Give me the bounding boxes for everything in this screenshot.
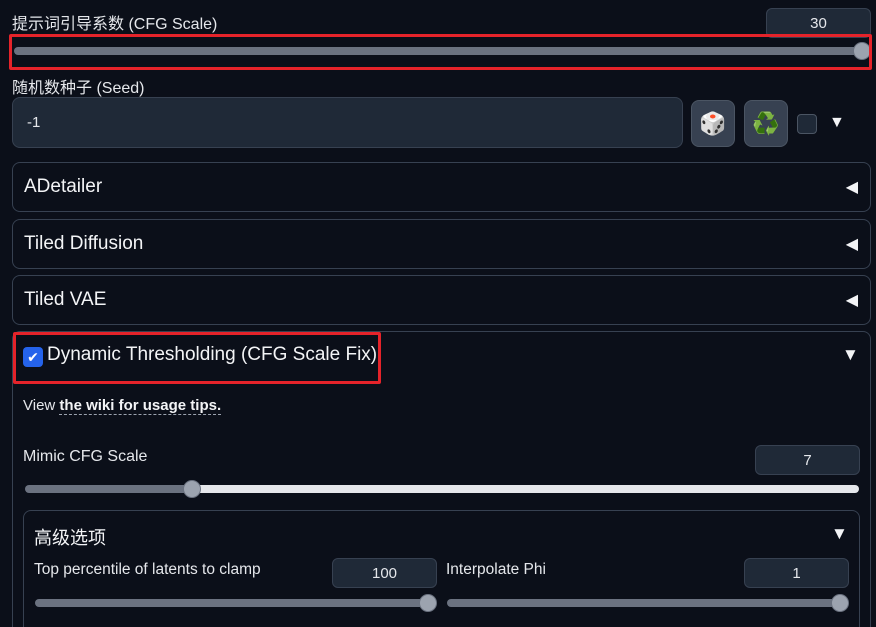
slider-fill bbox=[447, 599, 840, 607]
slider-track bbox=[191, 485, 859, 493]
top-percentile-slider[interactable] bbox=[35, 594, 437, 612]
settings-panel: 提示词引导系数 (CFG Scale) 30 随机数种子 (Seed) -1 🎲… bbox=[0, 0, 876, 627]
seed-label: 随机数种子 (Seed) bbox=[12, 80, 145, 97]
accordion-title: Tiled VAE bbox=[24, 289, 107, 310]
reuse-seed-button[interactable]: ♻️ bbox=[744, 100, 788, 147]
slider-thumb[interactable] bbox=[419, 594, 437, 612]
cfg-scale-label: 提示词引导系数 (CFG Scale) bbox=[12, 16, 218, 33]
cfg-scale-slider[interactable] bbox=[14, 42, 871, 60]
random-seed-button[interactable]: 🎲 bbox=[691, 100, 735, 147]
cfg-scale-number-input[interactable]: 30 bbox=[766, 8, 871, 38]
top-percentile-number-input[interactable]: 100 bbox=[332, 558, 437, 588]
collapse-arrow-icon: ◀ bbox=[845, 179, 858, 196]
collapse-arrow-icon: ◀ bbox=[845, 236, 858, 253]
accordion-tiled-vae[interactable]: Tiled VAE ◀ bbox=[12, 275, 871, 325]
interpolate-phi-number-input[interactable]: 1 bbox=[744, 558, 849, 588]
expand-arrow-icon[interactable]: ▼ bbox=[842, 345, 859, 365]
mimic-cfg-slider[interactable] bbox=[25, 480, 859, 498]
slider-thumb[interactable] bbox=[182, 480, 201, 498]
extra-seed-checkbox[interactable] bbox=[797, 114, 817, 134]
accordion-adetailer[interactable]: ADetailer ◀ bbox=[12, 162, 871, 212]
mimic-cfg-label: Mimic CFG Scale bbox=[23, 448, 148, 465]
slider-thumb[interactable] bbox=[853, 42, 871, 60]
slider-fill bbox=[14, 47, 862, 55]
interpolate-phi-label: Interpolate Phi bbox=[446, 561, 546, 578]
collapse-arrow-icon: ◀ bbox=[845, 292, 858, 309]
slider-thumb[interactable] bbox=[831, 594, 849, 612]
checkmark-icon: ✔ bbox=[27, 348, 39, 365]
advanced-options-title[interactable]: 高级选项 bbox=[34, 524, 106, 550]
dynamic-thresholding-checkbox[interactable]: ✔ bbox=[23, 347, 43, 367]
slider-fill bbox=[25, 485, 192, 493]
extra-seed-toggle-icon[interactable]: ▼ bbox=[829, 114, 845, 132]
view-prefix: View bbox=[23, 397, 60, 414]
slider-fill bbox=[35, 599, 428, 607]
interpolate-phi-slider[interactable] bbox=[447, 594, 849, 612]
accordion-title: Tiled Diffusion bbox=[24, 233, 144, 254]
wiki-hint: View the wiki for usage tips. bbox=[23, 397, 222, 415]
recycle-icon: ♻️ bbox=[752, 110, 780, 136]
expand-arrow-icon[interactable]: ▼ bbox=[831, 524, 848, 544]
accordion-title: ADetailer bbox=[24, 176, 103, 197]
seed-input[interactable]: -1 bbox=[12, 97, 683, 148]
top-percentile-label: Top percentile of latents to clamp bbox=[34, 561, 261, 578]
dynamic-thresholding-title[interactable]: Dynamic Thresholding (CFG Scale Fix) bbox=[47, 344, 377, 366]
dice-icon: 🎲 bbox=[699, 110, 727, 136]
accordion-tiled-diffusion[interactable]: Tiled Diffusion ◀ bbox=[12, 219, 871, 269]
mimic-cfg-number-input[interactable]: 7 bbox=[755, 445, 860, 475]
wiki-link[interactable]: the wiki for usage tips. bbox=[59, 397, 222, 415]
